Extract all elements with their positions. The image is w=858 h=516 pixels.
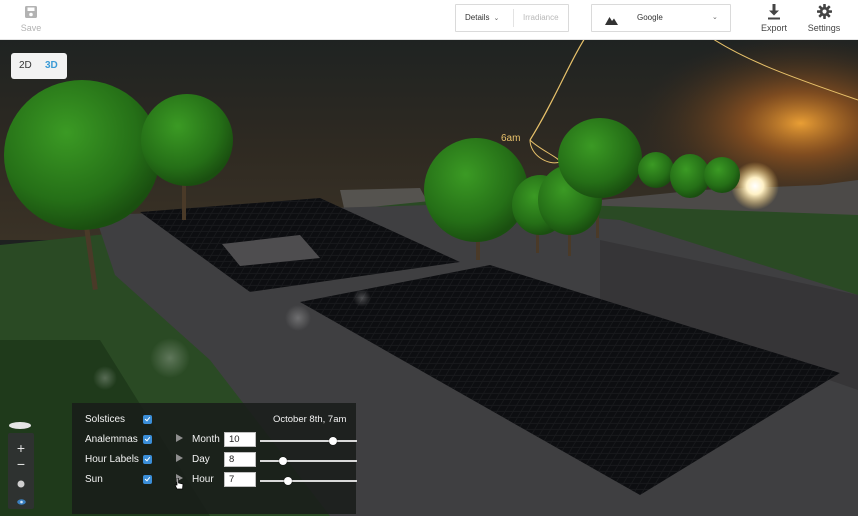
day-slider-thumb[interactable] <box>279 457 288 465</box>
globe-icon[interactable] <box>8 476 34 490</box>
analemmas-month-row: Analemmas Month 10 <box>72 431 357 451</box>
export-label: Export <box>760 23 787 33</box>
view-mode-toggle: 2D 3D <box>11 53 67 79</box>
sun-hour-row: Sun Hour 7 <box>72 471 357 491</box>
details-irradiance-toggle: Details ⌄ Irradiance <box>455 4 569 32</box>
details-dropdown[interactable]: Details ⌄ <box>465 5 499 31</box>
map-viewport[interactable]: 6am 2D 3D + − October 8th, 7am Solstices… <box>0 40 858 516</box>
details-label: Details <box>465 13 490 22</box>
day-label: Day <box>192 454 210 465</box>
download-icon <box>750 3 798 23</box>
analemmas-label: Analemmas <box>85 434 138 445</box>
day-slider[interactable] <box>260 457 357 465</box>
hour-input[interactable]: 7 <box>224 472 256 487</box>
chevron-down-icon: ⌄ <box>712 14 718 21</box>
month-label: Month <box>192 434 220 445</box>
map-provider-label: Google <box>637 13 663 22</box>
irradiance-tab[interactable]: Irradiance <box>523 5 559 31</box>
hand-cursor-icon <box>174 477 184 495</box>
save-label: Save <box>20 23 42 33</box>
map-controls: + − <box>8 433 34 509</box>
hour-label-text: Hour <box>192 474 214 485</box>
month-input[interactable]: 10 <box>224 432 256 447</box>
haze <box>353 289 371 307</box>
solstices-row: Solstices <box>72 411 356 431</box>
month-slider[interactable] <box>260 437 357 445</box>
divider <box>513 9 514 27</box>
play-day-icon[interactable] <box>176 454 183 462</box>
hour-labels-day-row: Hour Labels Day 8 <box>72 451 357 471</box>
sun-checkbox[interactable] <box>143 475 152 484</box>
hour-slider[interactable] <box>260 477 357 485</box>
chevron-down-icon: ⌄ <box>493 15 500 22</box>
export-button[interactable]: Export <box>750 2 798 38</box>
view-3d-button[interactable]: 3D <box>45 53 58 79</box>
haze <box>93 366 117 390</box>
solstices-label: Solstices <box>85 414 126 425</box>
gear-icon <box>800 3 848 23</box>
analemmas-checkbox[interactable] <box>143 435 152 444</box>
hour-labels-label: Hour Labels <box>85 454 139 465</box>
compass-icon[interactable] <box>9 422 31 429</box>
settings-button[interactable]: Settings <box>800 2 848 38</box>
zoom-in-button[interactable]: + <box>8 441 34 455</box>
sun-label: Sun <box>85 474 103 485</box>
settings-label: Settings <box>807 23 841 33</box>
zoom-out-button[interactable]: − <box>8 457 34 471</box>
eye-icon[interactable] <box>8 493 34 507</box>
hour-slider-thumb[interactable] <box>284 477 293 485</box>
save-button[interactable]: Save <box>7 2 55 38</box>
map-provider-select[interactable]: Google ⌄ <box>591 4 731 32</box>
month-slider-thumb[interactable] <box>328 437 337 445</box>
hour-label: 6am <box>501 133 520 144</box>
save-icon <box>7 3 55 23</box>
app-window: Save Details ⌄ Irradiance Google ⌄ Export… <box>0 0 858 516</box>
view-2d-button[interactable]: 2D <box>19 53 32 79</box>
solstices-checkbox[interactable] <box>143 415 152 424</box>
haze <box>285 305 311 331</box>
sun-controls-panel: October 8th, 7am Solstices Analemmas Mon… <box>72 403 357 514</box>
haze <box>150 338 190 378</box>
hour-labels-checkbox[interactable] <box>143 455 152 464</box>
top-toolbar: Save Details ⌄ Irradiance Google ⌄ Export… <box>0 0 858 40</box>
play-month-icon[interactable] <box>176 434 183 442</box>
day-input[interactable]: 8 <box>224 452 256 467</box>
terrain-icon <box>605 12 618 30</box>
